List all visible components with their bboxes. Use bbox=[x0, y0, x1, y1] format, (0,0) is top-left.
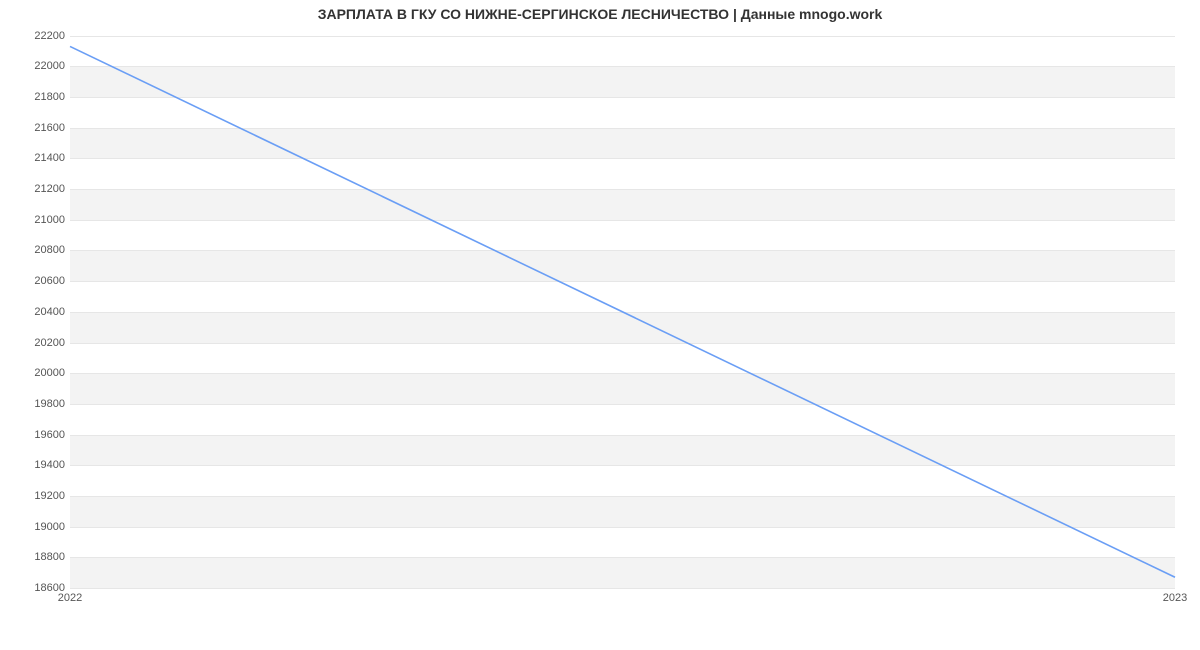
y-tick-label: 21800 bbox=[10, 91, 65, 103]
x-tick-label: 2022 bbox=[58, 592, 82, 604]
chart-title: ЗАРПЛАТА В ГКУ СО НИЖНЕ-СЕРГИНСКОЕ ЛЕСНИ… bbox=[0, 6, 1200, 22]
y-tick-label: 21600 bbox=[10, 122, 65, 134]
y-tick-label: 21200 bbox=[10, 183, 65, 195]
y-tick-label: 20600 bbox=[10, 275, 65, 287]
y-tick-label: 20000 bbox=[10, 367, 65, 379]
line-series bbox=[70, 28, 1175, 588]
y-tick-label: 21400 bbox=[10, 152, 65, 164]
y-tick-label: 19200 bbox=[10, 490, 65, 502]
y-tick-label: 19400 bbox=[10, 459, 65, 471]
y-tick-label: 20400 bbox=[10, 306, 65, 318]
y-tick-label: 18800 bbox=[10, 551, 65, 563]
y-tick-label: 19600 bbox=[10, 429, 65, 441]
y-tick-label: 20200 bbox=[10, 337, 65, 349]
x-tick-label: 2023 bbox=[1163, 592, 1187, 604]
series-line bbox=[70, 46, 1175, 577]
y-tick-label: 19000 bbox=[10, 521, 65, 533]
y-tick-label: 18600 bbox=[10, 582, 65, 594]
y-tick-label: 21000 bbox=[10, 214, 65, 226]
chart-container: ЗАРПЛАТА В ГКУ СО НИЖНЕ-СЕРГИНСКОЕ ЛЕСНИ… bbox=[0, 0, 1200, 630]
plot-area bbox=[70, 28, 1175, 588]
y-tick-label: 20800 bbox=[10, 244, 65, 256]
grid-line bbox=[70, 588, 1175, 589]
y-tick-label: 22000 bbox=[10, 60, 65, 72]
y-tick-label: 19800 bbox=[10, 398, 65, 410]
y-tick-label: 22200 bbox=[10, 30, 65, 42]
